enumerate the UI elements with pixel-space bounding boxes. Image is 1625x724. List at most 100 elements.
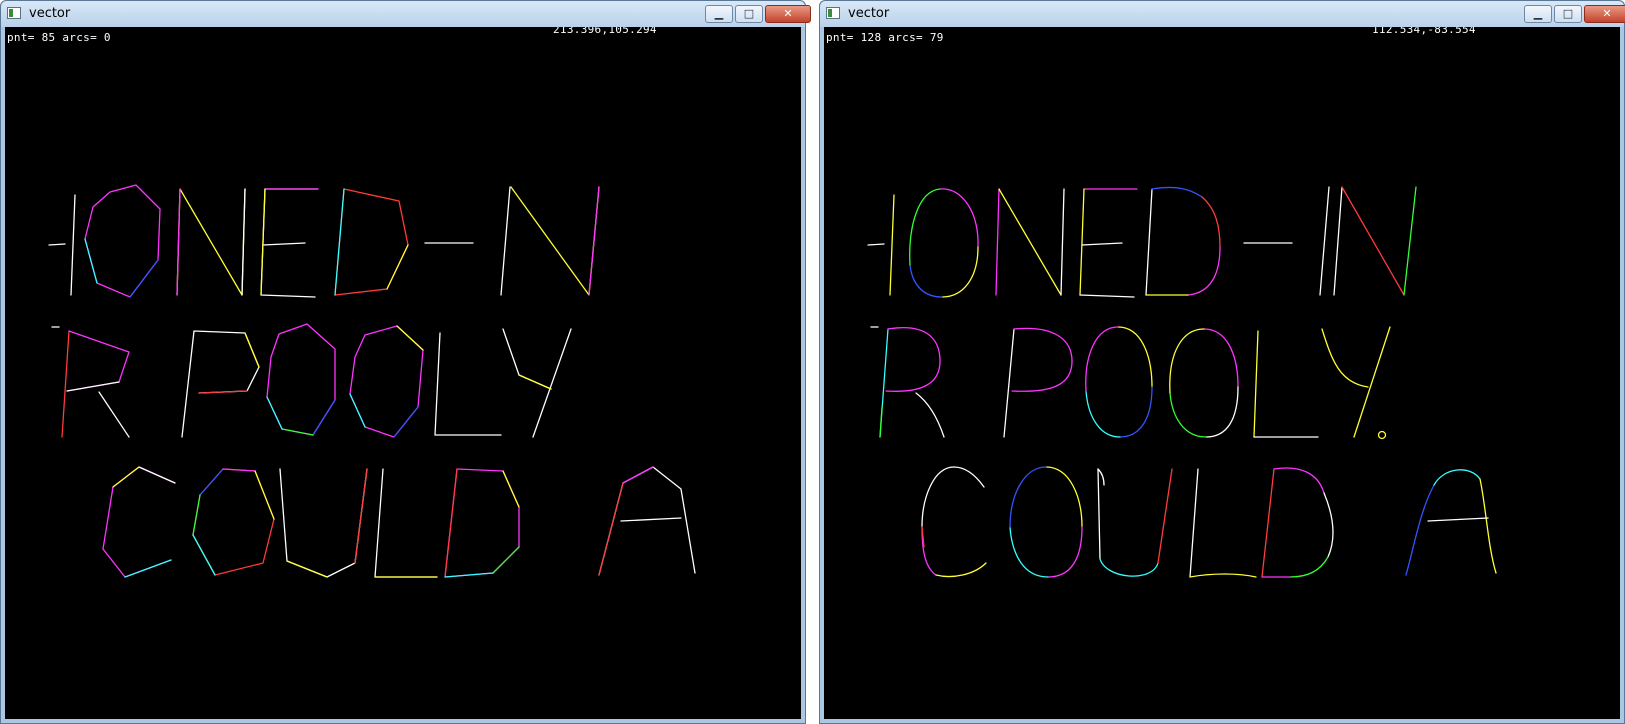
glyph-line-3 — [102, 466, 696, 578]
glyph-o5 — [192, 468, 275, 576]
glyph-r-bowl2 — [885, 360, 941, 392]
glyph-n — [176, 188, 246, 296]
glyph-e — [260, 188, 319, 298]
glyph-n-right — [1060, 188, 1065, 296]
app-icon — [7, 7, 21, 19]
glyph-c-top2 — [112, 466, 140, 488]
drawing-canvas[interactable]: pnt= 128 arcs= 79 112.534,-83.554 — [824, 27, 1620, 719]
glyph-o3-seg2 — [1085, 390, 1121, 438]
glyph-c — [102, 466, 176, 578]
app-icon — [826, 7, 840, 19]
glyph-u-right — [1157, 468, 1173, 564]
glyph-o5-seg — [1047, 526, 1083, 578]
glyph-d2-curve — [1323, 492, 1334, 558]
glyph-e-mid — [1081, 242, 1123, 246]
glyph-dash — [867, 243, 885, 246]
glyph-n-left — [176, 188, 181, 296]
glyph-n2-right — [1403, 186, 1417, 296]
glyph-line-1 — [48, 184, 600, 298]
glyph-p-stem — [1003, 328, 1015, 438]
glyph-d2-top — [1273, 467, 1325, 494]
glyph-o3-seg3 — [1085, 326, 1119, 392]
glyph-y-right — [1353, 326, 1391, 438]
glyph-line-2 — [51, 323, 572, 438]
glyph-d2-stem — [1261, 468, 1275, 578]
glyph-c-bottom — [124, 559, 172, 578]
glyph-o5-seg3 — [254, 470, 275, 520]
glyph-r-bowl — [66, 330, 130, 392]
glyph-a-top — [1433, 469, 1481, 486]
glyph-dash — [48, 243, 66, 246]
glyph-l — [1253, 330, 1259, 438]
glyph-a-left — [1405, 484, 1435, 576]
glyph-d2-stem — [444, 468, 458, 578]
glyph-d2-curve2 — [1289, 556, 1329, 578]
glyph-line-1 — [867, 186, 1417, 298]
glyph-p-bowl — [244, 332, 260, 368]
glyph-d-curve — [386, 244, 409, 290]
glyph-o3-seg — [312, 399, 336, 436]
glyph-a-bar — [620, 517, 682, 522]
glyph-a-bar — [1427, 517, 1489, 522]
glyph-o5-seg5 — [192, 534, 216, 576]
glyph-o5-seg4 — [192, 494, 201, 536]
minimize-button[interactable]: ▁ — [1524, 5, 1552, 23]
glyph-o — [939, 188, 979, 248]
glyph-c-top — [953, 466, 985, 488]
glyph-i — [70, 194, 76, 296]
glyph-c-bottom — [935, 562, 987, 578]
glyph-r — [61, 330, 70, 438]
glyph-d-top2 — [1201, 196, 1221, 248]
glyph-d2-bottom — [444, 572, 494, 578]
glyph-o5-seg2 — [222, 468, 256, 472]
glyph-i2 — [1319, 186, 1330, 296]
glyph-l2 — [374, 468, 438, 578]
glyph-n2-left — [1333, 186, 1343, 296]
glyph-c-top — [138, 466, 176, 484]
close-button[interactable]: ✕ — [765, 5, 811, 23]
glyph-o-seg — [129, 259, 159, 298]
glyph-d — [334, 188, 409, 296]
glyph-a-top — [622, 466, 654, 484]
glyph-o3-seg — [1119, 386, 1153, 438]
glyph-p-bowl — [1013, 327, 1073, 362]
glyph-o-seg — [84, 238, 98, 284]
glyph-o5-seg3 — [1009, 466, 1047, 528]
window-title: vector — [29, 6, 71, 21]
drawing-canvas[interactable]: pnt= 85 arcs= 0 213.396,105.294 — [5, 27, 801, 719]
window-title: vector — [848, 6, 890, 21]
glyph-o-seg2 — [909, 264, 943, 298]
glyph-dot — [1377, 430, 1387, 440]
glyph-y-arm — [518, 374, 552, 390]
glyph-d-curve — [1187, 246, 1221, 296]
glyph-u — [279, 468, 368, 578]
glyph-n2 — [510, 186, 600, 296]
glyph-o4-seg — [396, 325, 424, 351]
glyph-i — [889, 194, 895, 296]
glyph-l2-base — [1189, 573, 1257, 578]
vector-window-right[interactable]: vector ▁ □ ✕ pnt= 128 arcs= 79 112.534,-… — [819, 0, 1625, 724]
title-bar[interactable]: vector ▁ □ ✕ — [1, 1, 811, 27]
vector-window-left[interactable]: vector ▁ □ ✕ pnt= 85 arcs= 0 213.396,105… — [0, 0, 811, 724]
glyph-o4-seg3 — [349, 393, 366, 428]
glyph-d-stem — [334, 188, 345, 296]
glyph-n-diag — [998, 188, 1062, 296]
glyph-y-left — [1321, 328, 1369, 388]
glyph-e-stem — [260, 188, 266, 296]
title-bar[interactable]: vector ▁ □ ✕ — [820, 1, 1625, 27]
glyph-i2 — [500, 186, 511, 296]
glyph-o4-seg2 — [393, 406, 419, 438]
close-button[interactable]: ✕ — [1584, 5, 1625, 23]
glyph-r-bowl — [887, 327, 941, 362]
glyph-d2-curve — [502, 470, 520, 508]
glyph-c-side — [921, 526, 937, 576]
glyph-o3-seg3 — [266, 396, 283, 430]
minimize-button[interactable]: ▁ — [705, 5, 733, 23]
glyph-o5-seg — [199, 468, 224, 496]
glyph-l — [434, 332, 502, 436]
glyph-line-3 — [921, 466, 1497, 578]
maximize-button[interactable]: □ — [1554, 5, 1582, 23]
glyph-r-leg — [98, 391, 130, 438]
maximize-button[interactable]: □ — [735, 5, 763, 23]
glyph-o-seg3 — [909, 188, 941, 266]
